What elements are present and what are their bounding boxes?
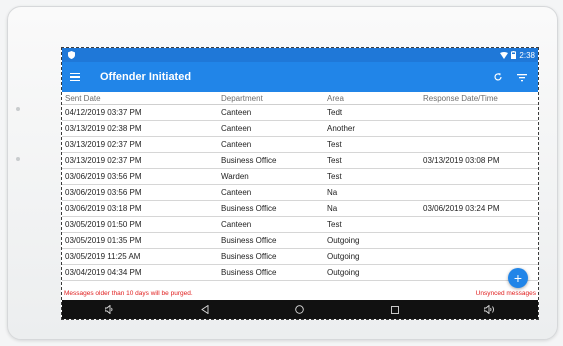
table-header-row: Sent Date Department Area Response Date/… xyxy=(62,92,538,105)
table-row[interactable]: 03/06/2019 03:56 PM Warden Test xyxy=(62,168,538,185)
cell-sent-date: 03/06/2019 03:56 PM xyxy=(62,184,218,201)
cell-department: Warden xyxy=(218,168,324,185)
side-sensor xyxy=(16,107,20,111)
status-time: 2:38 xyxy=(519,50,535,60)
cell-area: Another xyxy=(324,120,420,137)
cell-area: Tedt xyxy=(324,104,420,121)
cell-response-date xyxy=(420,136,538,153)
cell-sent-date: 03/06/2019 03:56 PM xyxy=(62,168,218,185)
screen: 2:38 Offender Initiated Sent Date Depart… xyxy=(61,47,539,320)
messages-table: Sent Date Department Area Response Date/… xyxy=(62,92,538,281)
cell-department: Canteen xyxy=(218,136,324,153)
cell-department: Canteen xyxy=(218,104,324,121)
cell-department: Canteen xyxy=(218,216,324,233)
cell-response-date: 03/06/2019 03:24 PM xyxy=(420,200,538,217)
tablet-frame: 2:38 Offender Initiated Sent Date Depart… xyxy=(7,6,558,340)
cell-sent-date: 03/13/2019 02:38 PM xyxy=(62,120,218,137)
add-message-button[interactable]: + xyxy=(508,268,528,288)
volume-down-icon[interactable] xyxy=(100,303,120,317)
cell-area: Na xyxy=(324,200,420,217)
unsynced-messages-link[interactable]: Unsynced messages xyxy=(476,290,536,300)
cell-department: Canteen xyxy=(218,120,324,137)
table-row[interactable]: 03/13/2019 02:38 PM Canteen Another xyxy=(62,120,538,137)
back-icon[interactable] xyxy=(195,303,215,317)
cell-sent-date: 03/06/2019 03:18 PM xyxy=(62,200,218,217)
cell-area: Outgoing xyxy=(324,264,420,281)
cell-department: Business Office xyxy=(218,232,324,249)
recent-apps-icon[interactable] xyxy=(385,303,405,317)
cell-department: Business Office xyxy=(218,248,324,265)
volume-up-icon[interactable] xyxy=(480,303,500,317)
hamburger-menu-icon[interactable] xyxy=(70,70,88,84)
purge-notice: Messages older than 10 days will be purg… xyxy=(64,290,193,297)
table-row[interactable]: 04/12/2019 03:37 PM Canteen Tedt xyxy=(62,104,538,121)
cell-area: Test xyxy=(324,136,420,153)
table-row[interactable]: 03/06/2019 03:18 PM Business Office Na 03/0… xyxy=(62,200,538,217)
wifi-icon xyxy=(500,51,509,59)
cell-sent-date: 03/05/2019 11:25 AM xyxy=(62,248,218,265)
cell-response-date xyxy=(420,184,538,201)
cell-department: Canteen xyxy=(218,184,324,201)
cell-area: Test xyxy=(324,216,420,233)
cell-response-date xyxy=(420,120,538,137)
table-row[interactable]: 03/05/2019 11:25 AM Business Office Outgoi… xyxy=(62,248,538,265)
table-row[interactable]: 03/04/2019 04:34 PM Business Office Outgoi… xyxy=(62,264,538,281)
cell-department: Business Office xyxy=(218,264,324,281)
column-header-area[interactable]: Area xyxy=(324,92,420,105)
home-icon[interactable] xyxy=(290,303,310,317)
filter-icon[interactable] xyxy=(514,69,530,85)
cell-response-date xyxy=(420,232,538,249)
table-row[interactable]: 03/06/2019 03:56 PM Canteen Na xyxy=(62,184,538,201)
battery-icon xyxy=(511,51,517,59)
cell-area: Outgoing xyxy=(324,248,420,265)
side-sensor xyxy=(16,157,20,161)
table-row[interactable]: 03/13/2019 02:37 PM Business Office Test 03… xyxy=(62,152,538,169)
app-bar: Offender Initiated xyxy=(62,62,538,92)
cell-response-date: 03/13/2019 03:08 PM xyxy=(420,152,538,169)
cell-sent-date: 03/05/2019 01:35 PM xyxy=(62,232,218,249)
cell-response-date xyxy=(420,168,538,185)
refresh-icon[interactable] xyxy=(490,69,506,85)
table-row[interactable]: 03/13/2019 02:37 PM Canteen Test xyxy=(62,136,538,153)
status-bar: 2:38 xyxy=(62,48,538,62)
android-nav-bar xyxy=(62,300,538,319)
cell-area: Test xyxy=(324,152,420,169)
cell-sent-date: 03/13/2019 02:37 PM xyxy=(62,152,218,169)
cell-department: Business Office xyxy=(218,200,324,217)
cell-area: Test xyxy=(324,168,420,185)
table-row[interactable]: 03/05/2019 01:50 PM Canteen Test xyxy=(62,216,538,233)
cell-response-date xyxy=(420,104,538,121)
cell-area: Na xyxy=(324,184,420,201)
cell-sent-date: 03/05/2019 01:50 PM xyxy=(62,216,218,233)
cell-area: Outgoing xyxy=(324,232,420,249)
table-row[interactable]: 03/05/2019 01:35 PM Business Office Outgoi… xyxy=(62,232,538,249)
column-header-sent-date[interactable]: Sent Date xyxy=(62,92,218,105)
cell-response-date xyxy=(420,248,538,265)
column-header-response-date[interactable]: Response Date/Time xyxy=(420,92,538,105)
cell-sent-date: 03/13/2019 02:37 PM xyxy=(62,136,218,153)
footer-messages: Messages older than 10 days will be purg… xyxy=(62,290,538,300)
cell-sent-date: 04/12/2019 03:37 PM xyxy=(62,104,218,121)
page-title: Offender Initiated xyxy=(100,71,192,83)
cell-sent-date: 03/04/2019 04:34 PM xyxy=(62,264,218,281)
cell-response-date xyxy=(420,216,538,233)
column-header-department[interactable]: Department xyxy=(218,92,324,105)
cell-department: Business Office xyxy=(218,152,324,169)
shield-icon xyxy=(68,51,75,59)
